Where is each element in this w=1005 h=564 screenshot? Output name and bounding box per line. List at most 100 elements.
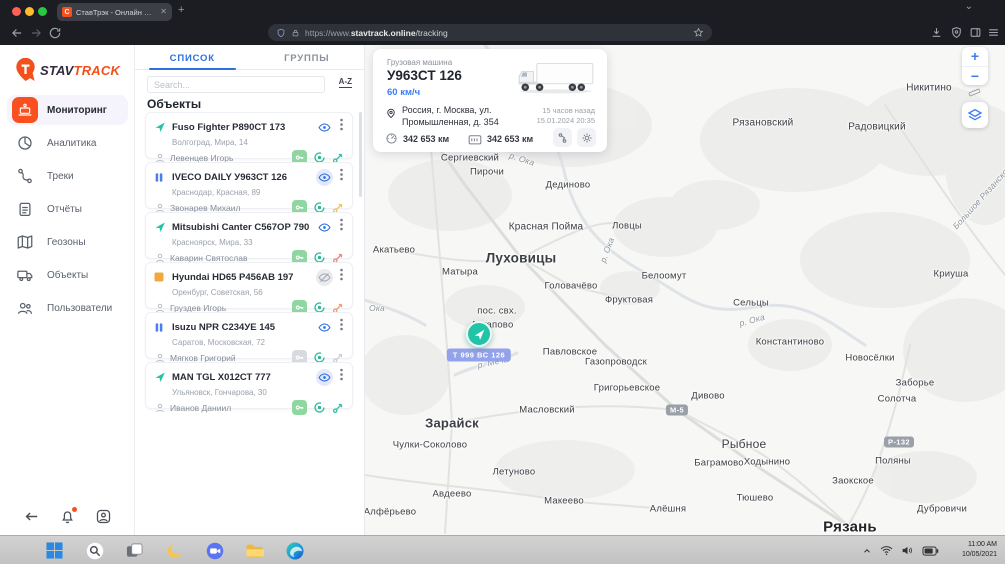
ignition-status-icon (313, 401, 326, 414)
chevron-down-icon[interactable]: ⌄ (965, 1, 973, 12)
taskbar-clock[interactable]: 11:00 AM 10/05/2021 (943, 540, 997, 560)
new-tab-button[interactable]: + (178, 4, 184, 16)
tab-title: СтавТрэк - Онлайн мониторин (76, 8, 156, 17)
forward-button[interactable] (29, 26, 43, 40)
profile-icon[interactable] (95, 508, 112, 525)
map-label: Луховицы (486, 251, 557, 266)
map-label: Сергиевский (441, 153, 499, 164)
vehicle-name: Hyundai HD65 Р456АВ 197 (172, 272, 316, 283)
tracking-shield-icon[interactable] (276, 28, 286, 38)
browser-tab[interactable]: С СтавТрэк - Онлайн мониторин ✕ (57, 3, 172, 21)
wifi-icon[interactable] (880, 545, 893, 556)
map-label: Большое Рязанское (951, 163, 1005, 231)
sidebar-item-monitoring[interactable]: Мониторинг (7, 95, 128, 125)
map-label: Пирочи (470, 167, 504, 178)
sidebar-item-geozones[interactable]: Геозоны (7, 227, 128, 257)
reports-icon (12, 196, 38, 222)
tab-list[interactable]: СПИСОК (135, 45, 250, 69)
sidebar-item-analytics[interactable]: Аналитика (7, 128, 128, 158)
more-menu-icon[interactable] (337, 218, 345, 236)
map-label: Белоомут (642, 271, 687, 282)
taskbar: 11:00 AM 10/05/2021 (0, 535, 1005, 564)
taskview-app-icon[interactable] (125, 541, 144, 560)
close-window-button[interactable] (12, 7, 21, 16)
menu-hamburger-icon[interactable] (987, 26, 1000, 39)
sidebar-item-objects[interactable]: Объекты (7, 260, 128, 290)
map-label: Криуша (934, 269, 969, 280)
collapse-back-icon[interactable] (23, 508, 40, 525)
odometer-value: 342 653 км (403, 134, 449, 144)
ruler-icon[interactable] (968, 86, 981, 99)
url-bar[interactable]: https://www.stavtrack.online/tracking (268, 24, 712, 41)
windows-app-icon[interactable] (45, 541, 64, 560)
sidebar-panel-icon[interactable] (969, 26, 982, 39)
volume-icon[interactable] (901, 545, 914, 556)
meet-app-icon[interactable] (205, 541, 224, 560)
sort-az-button[interactable]: A-Z (339, 78, 352, 88)
sidebar-item-tracks[interactable]: Треки (7, 161, 128, 191)
zoom-in-button[interactable]: + (962, 47, 988, 66)
more-menu-icon[interactable] (337, 318, 345, 336)
more-menu-icon[interactable] (337, 168, 345, 186)
extension-icon[interactable] (950, 26, 963, 39)
zoom-window-button[interactable] (38, 7, 47, 16)
visibility-eye-toggle[interactable] (316, 219, 333, 236)
map-label: Солотча (878, 394, 917, 405)
map-label: Макеево (544, 496, 584, 507)
folder-app-icon[interactable] (245, 541, 264, 560)
downloads-icon[interactable] (930, 26, 943, 39)
map-label: р. Ока (738, 312, 766, 328)
list-scrollbar[interactable] (359, 112, 362, 197)
map-label: Акатьево (373, 245, 415, 256)
vehicle-card[interactable]: IVECO DAILY У963СТ 126 Краснодар, Красна… (145, 162, 353, 209)
layers-icon (967, 107, 983, 123)
sidebar-item-label: Геозоны (47, 237, 86, 248)
search-input[interactable] (147, 76, 325, 93)
vehicle-marker[interactable] (466, 321, 492, 347)
back-button[interactable] (10, 26, 24, 40)
visibility-eye-toggle[interactable] (316, 269, 333, 286)
search-app-icon[interactable] (85, 541, 104, 560)
moon-app-icon[interactable] (165, 541, 184, 560)
motion-paused-icon (154, 321, 167, 333)
vehicle-name: IVECO DAILY У963СТ 126 (172, 172, 316, 183)
vehicle-card[interactable]: Fuso Fighter Р890СТ 173 Волгоград, Мира,… (145, 112, 353, 159)
map-label: Масловский (519, 405, 574, 416)
visibility-eye-toggle[interactable] (316, 169, 333, 186)
tray-chevron-up-icon[interactable] (862, 546, 872, 556)
logo-icon (15, 58, 36, 82)
map-label: Газопроводск (585, 357, 647, 368)
sidebar-item-users[interactable]: Пользователи (7, 293, 128, 323)
minimize-window-button[interactable] (25, 7, 34, 16)
app-logo[interactable]: STAVTRACK (15, 58, 120, 82)
visibility-eye-toggle[interactable] (316, 319, 333, 336)
taskbar-apps (45, 536, 304, 564)
more-menu-icon[interactable] (337, 268, 345, 286)
marker-plate-label[interactable]: Т 999 ВС 126 (447, 349, 511, 362)
sidebar-item-reports[interactable]: Отчёты (7, 194, 128, 224)
zoom-out-button[interactable]: − (962, 66, 988, 85)
visibility-eye-toggle[interactable] (316, 119, 333, 136)
bookmark-star-icon[interactable] (693, 27, 704, 38)
notifications-bell-icon[interactable] (59, 508, 76, 525)
tab-close-icon[interactable]: ✕ (160, 8, 167, 16)
motion-moving-icon (154, 121, 167, 133)
vehicle-card[interactable]: Hyundai HD65 Р456АВ 197 Оренбург, Советс… (145, 262, 353, 309)
map-layers-button[interactable] (962, 102, 988, 128)
settings-gear-button[interactable] (577, 128, 596, 147)
map-label: Ходынино (744, 457, 790, 468)
vehicle-card[interactable]: MAN TGL Х012СТ 777 Ульяновск, Гончарова,… (145, 362, 353, 409)
more-menu-icon[interactable] (337, 368, 345, 386)
vehicle-card[interactable]: Mitsubishi Canter С567ОР 790 Красноярск,… (145, 212, 353, 259)
lock-icon[interactable] (291, 28, 300, 38)
route-button[interactable] (553, 128, 572, 147)
road-badge: М-5 (666, 405, 688, 416)
edge-app-icon[interactable] (285, 541, 304, 560)
visibility-eye-toggle[interactable] (316, 369, 333, 386)
tab-groups[interactable]: ГРУППЫ (250, 45, 365, 69)
map[interactable]: СергиевскийПирочир. ОкаДединовоНикитиноР… (365, 45, 1005, 535)
reload-button[interactable] (48, 26, 62, 40)
battery-icon[interactable] (922, 546, 939, 556)
vehicle-card[interactable]: Isuzu NPR С234УЕ 145 Саратов, Московская… (145, 312, 353, 359)
more-menu-icon[interactable] (337, 118, 345, 136)
